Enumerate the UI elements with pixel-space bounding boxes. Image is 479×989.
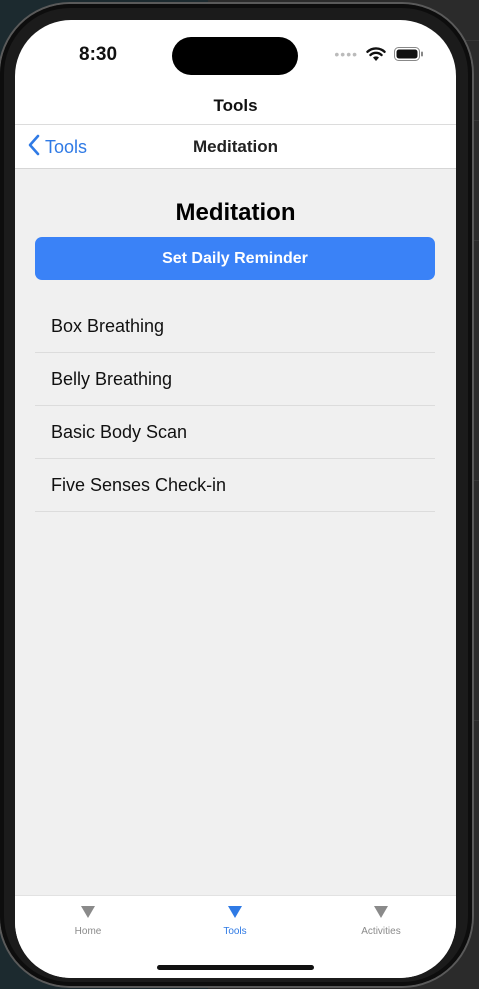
page-heading: Meditation [175, 199, 296, 226]
triangle-down-icon [81, 906, 95, 918]
status-time: 8:30 [79, 44, 118, 65]
status-icons: •••• [334, 46, 424, 62]
list-item-basic-body-scan[interactable]: Basic Body Scan [35, 406, 435, 459]
tab-home[interactable]: Home [33, 906, 143, 937]
content-area: Meditation Set Daily Reminder Box Breath… [15, 169, 456, 896]
chevron-left-icon [27, 134, 41, 161]
cellular-signal-icon: •••• [334, 46, 358, 62]
tab-bar: Home Tools Activities [15, 895, 456, 978]
phone-screen: 8:30 •••• Tools Tools Meditation Meditat… [15, 20, 456, 978]
wifi-icon [366, 46, 386, 62]
back-button-label: Tools [45, 137, 88, 157]
list-item-box-breathing[interactable]: Box Breathing [35, 300, 435, 353]
meditation-list: Box Breathing Belly Breathing Basic Body… [35, 300, 435, 512]
tab-tools[interactable]: Tools [180, 906, 290, 937]
triangle-down-icon [228, 906, 242, 918]
home-indicator[interactable] [157, 965, 314, 970]
battery-icon [394, 47, 424, 61]
list-item-five-senses-check-in[interactable]: Five Senses Check-in [35, 459, 435, 512]
tab-home-label: Home [74, 926, 102, 937]
list-item-belly-breathing[interactable]: Belly Breathing [35, 353, 435, 406]
set-daily-reminder-button[interactable]: Set Daily Reminder [35, 237, 435, 280]
phone-frame: 8:30 •••• Tools Tools Meditation Meditat… [0, 4, 472, 986]
back-button[interactable]: Tools [27, 134, 87, 161]
tab-activities-label: Activities [361, 926, 401, 937]
tab-activities[interactable]: Activities [326, 906, 436, 937]
navigation-bar: Tools Meditation [15, 125, 456, 169]
tab-tools-label: Tools [223, 926, 247, 937]
top-title: Tools [213, 96, 258, 115]
dynamic-island [172, 37, 298, 75]
triangle-down-icon [374, 906, 388, 918]
